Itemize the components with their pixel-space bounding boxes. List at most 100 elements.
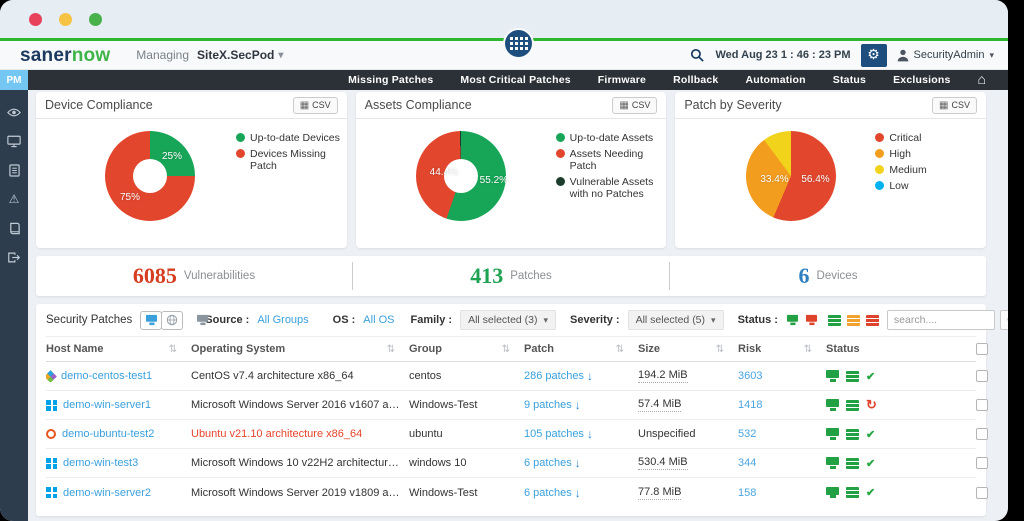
host-link[interactable]: demo-win-server1 (46, 399, 191, 411)
tab-status[interactable]: Status (833, 74, 866, 86)
filter-bar: Security Patches Source : All Groups OS … (46, 304, 1008, 336)
column-risk[interactable]: Risk (738, 343, 826, 355)
risk-link[interactable]: 1418 (738, 399, 826, 411)
row-checkbox[interactable] (976, 486, 988, 499)
risk-link[interactable]: 158 (738, 487, 826, 499)
patch-link[interactable]: 6 patches (524, 456, 638, 470)
minimize-window-button[interactable] (59, 12, 72, 26)
tab-automation[interactable]: Automation (745, 74, 805, 86)
status-server-warn-icon[interactable] (846, 314, 860, 326)
reports-icon[interactable] (6, 163, 22, 177)
home-icon[interactable] (978, 71, 986, 89)
server-ok-icon (846, 457, 859, 469)
device-view-toggle[interactable] (140, 310, 163, 330)
risk-link[interactable]: 532 (738, 428, 826, 440)
sidebar-item-pm[interactable]: PM (0, 70, 28, 90)
search-button[interactable] (999, 310, 1008, 330)
download-icon (575, 398, 581, 412)
column-host-name[interactable]: Host Name (46, 343, 191, 355)
app-launcher-icon[interactable] (505, 30, 532, 57)
host-link[interactable]: demo-ubuntu-test2 (46, 428, 191, 440)
panel-title: Security Patches (46, 314, 133, 326)
device-online-icon (826, 428, 839, 440)
status-device-up-icon[interactable] (786, 314, 798, 325)
slice-label: 55.2% (479, 175, 509, 186)
browser-window: sanernow Managing SiteX.SecPod ▾ Wed Aug… (0, 0, 1008, 521)
logo-text-primary: saner (20, 44, 72, 66)
alerts-warning-icon[interactable] (6, 192, 22, 206)
download-icon (575, 456, 581, 470)
security-patches-panel: Security Patches Source : All Groups OS … (36, 304, 1008, 516)
maximize-window-button[interactable] (89, 12, 102, 26)
row-checkbox[interactable] (976, 399, 988, 411)
tenant-selector[interactable]: SiteX.SecPod ▾ (197, 30, 532, 62)
csv-export-button[interactable]: CSV (932, 96, 978, 114)
column-group[interactable]: Group (409, 343, 524, 355)
legend-dot (555, 133, 565, 142)
visibility-eye-icon[interactable] (6, 105, 22, 119)
download-icon (575, 486, 581, 500)
risk-link[interactable]: 344 (738, 457, 826, 469)
tab-most-critical-patches[interactable]: Most Critical Patches (460, 74, 570, 86)
size-cell: 194.2 MiB (638, 369, 688, 383)
row-checkbox[interactable] (976, 370, 988, 382)
sort-icon (616, 343, 624, 355)
legend-dot (875, 165, 885, 174)
patches-label: Patches (510, 270, 552, 282)
column-size[interactable]: Size (638, 343, 738, 355)
patched-check-icon (866, 370, 875, 383)
sign-out-icon[interactable] (6, 250, 22, 264)
network-view-toggle[interactable] (161, 310, 184, 330)
group-cell: windows 10 (409, 457, 467, 469)
tab-rollback[interactable]: Rollback (673, 74, 718, 86)
row-checkbox[interactable] (976, 428, 988, 440)
knowledgebase-book-icon[interactable] (6, 221, 22, 235)
search-input[interactable] (886, 310, 995, 330)
column-operating-system[interactable]: Operating System (191, 343, 409, 355)
header-right-cluster: Wed Aug 23 1 : 46 : 23 PM SecurityAdmin … (690, 41, 1000, 69)
select-all-checkbox[interactable] (976, 343, 988, 355)
tab-exclusions[interactable]: Exclusions (893, 74, 950, 86)
os-value-link[interactable]: All OS (363, 314, 394, 326)
csv-export-button[interactable]: CSV (612, 96, 658, 114)
csv-export-button[interactable]: CSV (292, 96, 338, 114)
table-row: demo-ubuntu-test2 Ubuntu v21.10 architec… (46, 420, 988, 449)
table-header: Host Name Operating System Group Patch S… (46, 336, 988, 362)
risk-link[interactable]: 3603 (738, 370, 826, 382)
tab-missing-patches[interactable]: Missing Patches (348, 74, 433, 86)
host-link[interactable]: demo-win-server2 (46, 487, 191, 499)
source-value-link[interactable]: All Groups (257, 314, 308, 326)
slice-label: 25% (162, 151, 183, 162)
user-icon (897, 49, 908, 61)
main-content: Device Compliance CSV 25% 75% Up-to-date… (28, 90, 1008, 521)
devices-count: 6 (798, 263, 810, 288)
module-navbar: Missing Patches Most Critical Patches Fi… (28, 70, 1008, 90)
severity-dropdown[interactable]: All selected (5) ▾ (627, 310, 724, 330)
status-device-down-icon[interactable] (805, 314, 817, 325)
patch-link[interactable]: 286 patches (524, 369, 638, 383)
legend-dot (875, 149, 885, 158)
search-icon[interactable] (690, 48, 705, 63)
column-patch[interactable]: Patch (524, 343, 638, 355)
host-link[interactable]: demo-win-test3 (46, 457, 191, 469)
legend-item: Up-to-date Assets (555, 132, 667, 144)
status-cell (826, 428, 950, 441)
status-server-crit-icon[interactable] (865, 314, 879, 326)
status-server-ok-icon[interactable] (827, 314, 841, 326)
patch-link[interactable]: 105 patches (524, 427, 638, 441)
row-checkbox[interactable] (976, 457, 988, 469)
close-window-button[interactable] (29, 12, 42, 26)
chevron-down-icon: ▾ (989, 49, 994, 60)
legend-item: Assets Needing Patch (555, 148, 667, 172)
tab-firmware[interactable]: Firmware (598, 74, 646, 86)
devices-stat: 6 Devices (669, 262, 986, 290)
patch-link[interactable]: 9 patches (524, 398, 638, 412)
settings-gear-button[interactable] (860, 43, 887, 67)
family-dropdown[interactable]: All selected (3) ▾ (460, 310, 557, 330)
size-cell: Unspecified (638, 428, 696, 440)
globe-icon (167, 314, 178, 326)
user-menu[interactable]: SecurityAdmin ▾ (897, 49, 1000, 62)
host-link[interactable]: demo-centos-test1 (46, 370, 191, 382)
devices-monitor-icon[interactable] (6, 134, 22, 148)
patch-link[interactable]: 6 patches (524, 486, 638, 500)
